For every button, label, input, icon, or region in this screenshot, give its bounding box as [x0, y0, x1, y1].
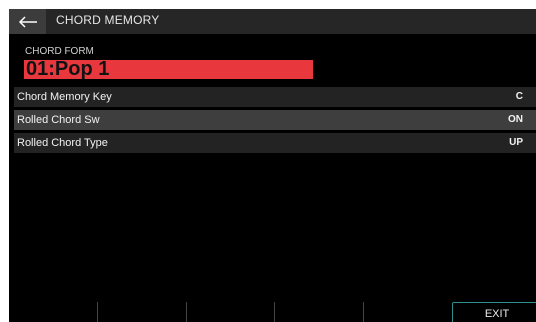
param-value: UP [509, 137, 523, 148]
title-bar: CHORD MEMORY [9, 9, 536, 34]
function-key-2[interactable] [96, 302, 186, 322]
function-key-4[interactable] [274, 302, 363, 322]
chord-memory-screen: CHORD MEMORY CHORD FORM 01:Pop 1 Chord M… [9, 9, 536, 322]
arrow-left-icon [18, 15, 38, 28]
param-value: C [515, 91, 523, 102]
back-button[interactable] [9, 9, 46, 34]
param-label: Rolled Chord Type [17, 137, 108, 149]
exit-button[interactable]: EXIT [452, 302, 536, 322]
function-key-1[interactable] [9, 302, 97, 322]
param-label: Chord Memory Key [17, 91, 112, 103]
chord-form-value[interactable]: 01:Pop 1 [24, 60, 313, 79]
function-key-3[interactable] [185, 302, 275, 322]
function-key-bar: EXIT [9, 302, 536, 322]
chord-form-label: CHORD FORM [25, 46, 94, 57]
param-row-rolled-chord-sw[interactable]: Rolled Chord Sw ON [14, 110, 536, 130]
page-title: CHORD MEMORY [56, 13, 160, 27]
param-label: Rolled Chord Sw [17, 114, 100, 126]
param-row-chord-memory-key[interactable]: Chord Memory Key C [14, 87, 536, 107]
param-row-rolled-chord-type[interactable]: Rolled Chord Type UP [14, 133, 536, 153]
parameter-list: Chord Memory Key C Rolled Chord Sw ON Ro… [14, 87, 536, 156]
param-value: ON [508, 114, 523, 125]
function-key-5[interactable] [363, 302, 452, 322]
